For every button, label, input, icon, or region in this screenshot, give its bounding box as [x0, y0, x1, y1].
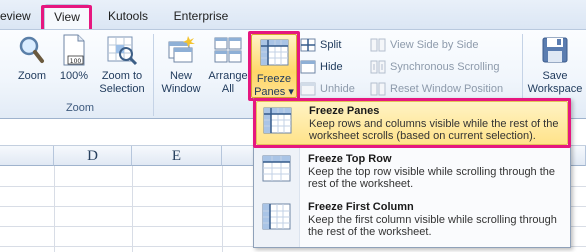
ribbon-tab-bar: eview View Kutools Enterprise [0, 0, 586, 29]
side-by-side-icon [370, 38, 386, 58]
freeze-panes-menu: Freeze Panes Keep rows and columns visib… [253, 98, 571, 248]
new-window-icon [166, 34, 196, 69]
sync-scroll-icon [370, 60, 386, 80]
menu-item-description: Keep rows and columns visible while the … [309, 118, 559, 142]
gridline [54, 166, 55, 252]
new-window-button[interactable]: New Window [158, 34, 204, 100]
menu-item-freeze-first-column[interactable]: Freeze First Column Keep the first colum… [256, 198, 568, 242]
freeze-first-column-icon [262, 202, 292, 235]
menu-item-title: Freeze Panes [309, 105, 380, 117]
page-100-icon: 100 [61, 34, 87, 69]
freeze-panes-button[interactable]: Freeze Panes ▾ [251, 34, 297, 98]
gridline [222, 166, 223, 252]
gridline [132, 166, 133, 252]
arrange-all-icon [213, 34, 243, 69]
menu-item-freeze-top-row[interactable]: Freeze Top Row Keep the top row visible … [256, 150, 568, 194]
freeze-panes-icon [263, 106, 293, 139]
menu-item-title: Freeze First Column [308, 201, 414, 213]
tab-enterprise[interactable]: Enterprise [166, 4, 236, 28]
arrange-all-button[interactable]: Arrange All [206, 34, 250, 100]
magnifier-icon [17, 34, 47, 69]
view-side-by-side-button[interactable]: View Side by Side [370, 36, 510, 54]
group-separator [153, 34, 154, 116]
zoom-100-button[interactable]: 100 100% [56, 34, 92, 100]
split-button[interactable]: Split [300, 36, 350, 54]
menu-item-description: Keep the first column visible while scro… [308, 214, 557, 238]
zoom-selection-icon [106, 34, 138, 69]
menu-item-description: Keep the top row visible while scrolling… [308, 166, 556, 190]
tab-review[interactable]: eview [0, 4, 31, 28]
unhide-button[interactable]: Unhide [300, 80, 360, 98]
reset-window-position-button[interactable]: Reset Window Position [370, 80, 520, 98]
svg-text:100: 100 [70, 58, 82, 65]
tab-kutools[interactable]: Kutools [100, 4, 156, 28]
zoom-to-selection-button[interactable]: Zoom to Selection [96, 34, 148, 100]
zoom-group-label: Zoom [65, 102, 95, 114]
save-workspace-icon [540, 34, 570, 69]
tab-view[interactable]: View [44, 4, 90, 29]
freeze-panes-icon [260, 38, 290, 71]
hide-button[interactable]: Hide [300, 58, 350, 76]
zoom-button[interactable]: Zoom [12, 34, 52, 100]
split-icon [300, 38, 316, 58]
save-workspace-button[interactable]: Save Workspace [526, 34, 584, 100]
menu-item-freeze-panes[interactable]: Freeze Panes Keep rows and columns visib… [256, 101, 568, 145]
column-header-blank[interactable] [0, 146, 54, 166]
dropdown-arrow-icon: ▾ [288, 86, 294, 98]
column-header-d[interactable]: D [54, 146, 132, 166]
synchronous-scrolling-button[interactable]: Synchronous Scrolling [370, 58, 520, 76]
column-header-e[interactable]: E [132, 146, 222, 166]
freeze-top-row-icon [262, 154, 292, 187]
hide-window-icon [300, 60, 316, 80]
menu-item-title: Freeze Top Row [308, 153, 392, 165]
